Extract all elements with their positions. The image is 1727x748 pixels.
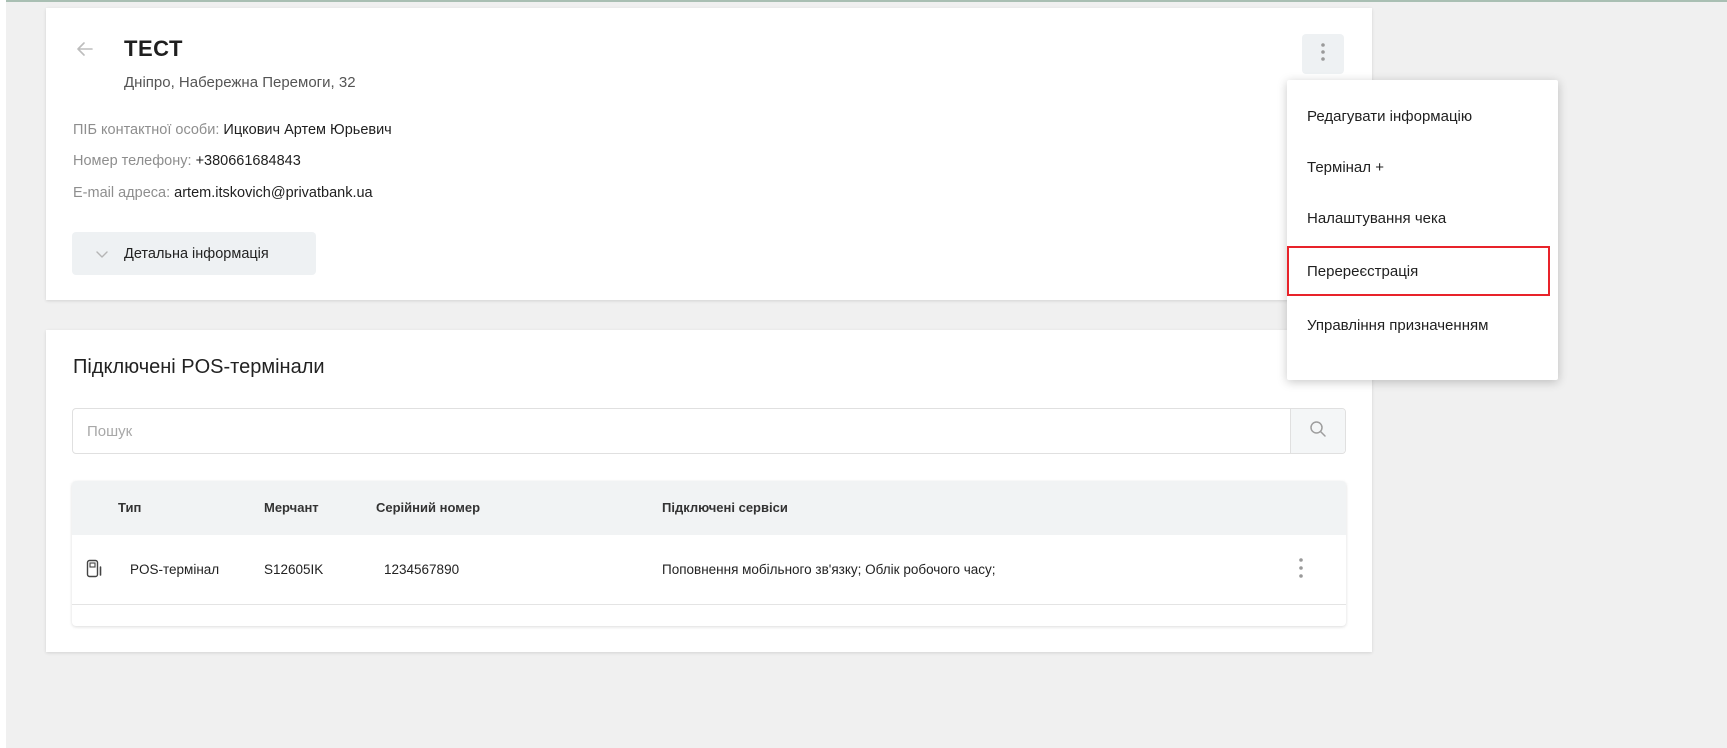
pos-terminal-icon (86, 559, 104, 579)
more-actions-button[interactable] (1302, 34, 1344, 74)
phone-label: Номер телефону: (73, 153, 192, 169)
column-header-serial: Серійний номер (376, 500, 481, 515)
menu-item-edit-info[interactable]: Редагувати інформацію (1287, 91, 1558, 141)
phone-value: +380661684843 (195, 153, 301, 169)
email-value: artem.itskovich@privatbank.ua (174, 185, 373, 201)
column-header-merchant: Мерчант (264, 500, 319, 515)
shop-address: Дніпро, Набережна Перемоги, 32 (124, 74, 356, 91)
search-button[interactable] (1290, 409, 1345, 453)
menu-item-manage-assignment[interactable]: Управління призначенням (1287, 300, 1558, 350)
details-toggle-label: Детальна інформація (124, 245, 269, 262)
column-header-services: Підключені сервіси (662, 500, 788, 515)
left-strip (0, 0, 6, 748)
menu-item-receipt-settings[interactable]: Налаштування чека (1287, 193, 1558, 243)
contact-person-line: ПІБ контактної особи: Ицкович Артем Юрье… (73, 122, 392, 138)
email-label: E-mail адреса: (73, 185, 171, 201)
page-title: ТЕСТ (124, 36, 183, 61)
back-arrow-icon[interactable] (74, 38, 96, 60)
email-line: E-mail адреса: artem.itskovich@privatban… (73, 185, 373, 201)
search-box (72, 408, 1346, 454)
pos-section-title: Підключені POS-термінали (73, 356, 325, 378)
row-merchant: S12605IK (264, 562, 324, 577)
column-header-type: Тип (118, 500, 142, 515)
top-border (0, 0, 1727, 2)
table-header: Тип Мерчант Серійний номер Підключені се… (72, 481, 1346, 535)
contact-value: Ицкович Артем Юрьевич (223, 122, 392, 138)
phone-line: Номер телефону: +380661684843 (73, 153, 301, 169)
more-vertical-icon (1298, 557, 1304, 584)
details-toggle-button[interactable]: Детальна інформація (72, 232, 316, 275)
row-services: Поповнення мобільного зв'язку; Облік роб… (662, 562, 996, 577)
pos-terminals-table: Тип Мерчант Серійний номер Підключені се… (72, 481, 1346, 626)
table-row[interactable]: POS-термінал S12605IK 1234567890 Поповне… (72, 535, 1346, 605)
contact-label: ПІБ контактної особи: (73, 122, 220, 138)
search-input[interactable] (73, 409, 1291, 453)
chevron-down-icon (94, 246, 110, 262)
more-vertical-icon (1320, 42, 1326, 67)
search-icon (1309, 420, 1327, 443)
menu-item-reregistration[interactable]: Перереєстрація (1287, 246, 1550, 296)
row-type: POS-термінал (130, 562, 220, 577)
row-actions-button[interactable] (1288, 553, 1314, 587)
row-serial: 1234567890 (384, 562, 460, 577)
actions-menu: Редагувати інформацію Термінал + Налашту… (1287, 80, 1558, 380)
menu-item-add-terminal[interactable]: Термінал + (1287, 142, 1558, 192)
